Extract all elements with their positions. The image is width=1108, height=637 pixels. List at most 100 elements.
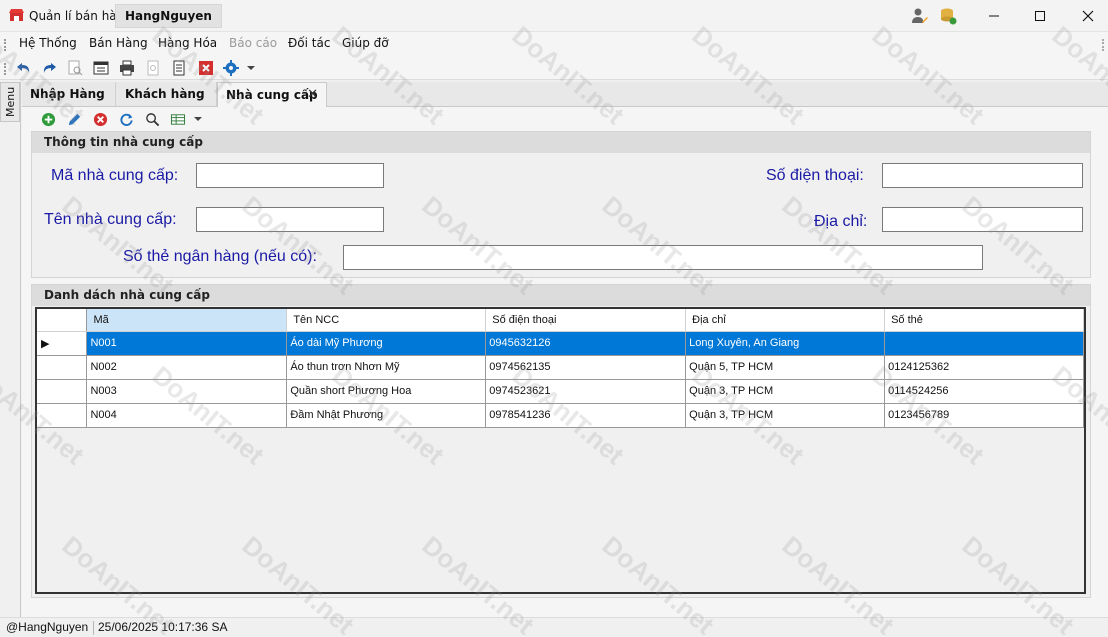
remove-icon	[93, 112, 107, 126]
row-header[interactable]	[37, 379, 88, 404]
edit-button[interactable]	[65, 110, 83, 128]
settings-icon	[223, 60, 239, 76]
ten-ncc-input[interactable]	[196, 207, 384, 232]
table-row[interactable]: N003 Quần short Phương Hoa 0974523621 Qu…	[37, 379, 1084, 404]
tab-nhap-hang[interactable]: Nhập Hàng	[22, 82, 116, 107]
menu-giup-do[interactable]: Giúp đỡ	[342, 36, 389, 50]
page-icon	[147, 60, 159, 76]
cell-so-the[interactable]	[884, 331, 1084, 356]
cell-sdt[interactable]: 0974562135	[485, 355, 687, 380]
cell-so-the[interactable]: 0114524256	[884, 379, 1084, 404]
search-button[interactable]	[143, 110, 161, 128]
export-button[interactable]	[169, 110, 187, 128]
table-header-row: Mã Tên NCC Số điện thoại Địa chỉ Số thẻ	[37, 309, 1084, 332]
print-preview-button	[66, 59, 84, 77]
col-dia-chi[interactable]: Địa chỉ	[685, 309, 886, 332]
cell-ma[interactable]: N001	[86, 331, 288, 356]
row-current-marker[interactable]: ▶	[37, 331, 88, 356]
menu-ban-hang[interactable]: Bán Hàng	[89, 36, 148, 50]
status-datetime: 25/06/2025 10:17:36 SA	[98, 620, 228, 634]
table-row[interactable]: N004 Đầm Nhật Phương 0978541236 Quận 3, …	[37, 403, 1084, 428]
tab-nha-cung-cap-label: Nhà cung cấp	[226, 88, 318, 102]
cell-so-the[interactable]: 0124125362	[884, 355, 1084, 380]
supplier-grid[interactable]: Mã Tên NCC Số điện thoại Địa chỉ Số thẻ …	[35, 307, 1086, 594]
toolbar-dropdown-button[interactable]	[245, 59, 257, 77]
cell-dia-chi[interactable]: Quận 5, TP HCM	[685, 355, 886, 380]
search-icon	[145, 112, 159, 126]
database-icon[interactable]	[939, 7, 957, 25]
delete-button[interactable]	[197, 59, 215, 77]
remove-button[interactable]	[91, 110, 109, 128]
table-row[interactable]: ▶ N001 Áo dài Mỹ Phương 0945632126 Long …	[37, 331, 1084, 356]
redo-button[interactable]	[40, 59, 58, 77]
dropdown-arrow-icon	[194, 117, 202, 121]
cell-ma[interactable]: N003	[86, 379, 288, 404]
menu-hang-hoa[interactable]: Hàng Hóa	[158, 36, 217, 50]
cell-dia-chi[interactable]: Quận 3, TP HCM	[685, 379, 886, 404]
menu-grip	[4, 39, 6, 51]
document-tabstrip: Nhập Hàng Khách hàng Nhà cung cấp ✕	[22, 82, 1108, 108]
cell-sdt[interactable]: 0974523621	[485, 379, 687, 404]
col-so-dien-thoai[interactable]: Số điện thoại	[485, 309, 687, 332]
row-header-corner	[37, 309, 88, 332]
undo-button[interactable]	[15, 59, 33, 77]
cell-dia-chi[interactable]: Quận 3, TP HCM	[685, 403, 886, 428]
col-ten-ncc[interactable]: Tên NCC	[286, 309, 487, 332]
print-button[interactable]	[118, 59, 136, 77]
add-button[interactable]	[39, 110, 57, 128]
refresh-icon	[120, 113, 133, 126]
minimize-button[interactable]	[976, 4, 1012, 28]
settings-button[interactable]	[222, 59, 240, 77]
maximize-icon	[1035, 11, 1045, 21]
form-icon	[93, 61, 109, 75]
cell-ten[interactable]: Áo dài Mỹ Phương	[286, 331, 487, 356]
tab-nha-cung-cap[interactable]: Nhà cung cấp ✕	[217, 82, 327, 108]
shop-icon	[9, 9, 24, 21]
document-icon	[173, 60, 185, 76]
menu-doi-tac[interactable]: Đối tác	[288, 36, 330, 50]
row-header[interactable]	[37, 403, 88, 428]
cell-so-the[interactable]: 0123456789	[884, 403, 1084, 428]
cell-ma[interactable]: N002	[86, 355, 288, 380]
minimize-icon	[989, 15, 999, 17]
cell-ma[interactable]: N004	[86, 403, 288, 428]
document-button[interactable]	[170, 59, 188, 77]
row-header[interactable]	[37, 355, 88, 380]
cell-ten[interactable]: Đầm Nhật Phương	[286, 403, 487, 428]
col-so-the[interactable]: Số thẻ	[884, 309, 1084, 332]
title-bar: Quản lí bán hàng HangNguyen	[0, 0, 1108, 32]
table-row[interactable]: N002 Áo thun trơn Nhơn Mỹ 0974562135 Quậ…	[37, 355, 1084, 380]
cell-sdt[interactable]: 0945632126	[485, 331, 687, 356]
cell-ten[interactable]: Quần short Phương Hoa	[286, 379, 487, 404]
label-so-dien-thoai: Số điện thoại:	[766, 167, 864, 184]
refresh-button[interactable]	[117, 110, 135, 128]
so-dien-thoai-input[interactable]	[882, 163, 1083, 188]
print-icon	[120, 60, 134, 76]
main-toolbar	[0, 56, 1108, 80]
col-ma[interactable]: Mã	[86, 309, 288, 332]
status-user: @HangNguyen	[6, 620, 89, 634]
cell-ten[interactable]: Áo thun trơn Nhơn Mỹ	[286, 355, 487, 380]
maximize-button[interactable]	[1022, 4, 1058, 28]
cell-dia-chi[interactable]: Long Xuyên, An Giang	[685, 331, 886, 356]
export-dropdown-button[interactable]	[192, 110, 204, 128]
user-edit-icon[interactable]	[911, 7, 929, 25]
cell-sdt[interactable]: 0978541236	[485, 403, 687, 428]
so-the-input[interactable]	[343, 245, 983, 270]
redo-icon	[43, 63, 56, 73]
side-menu-tab[interactable]: Menu	[0, 82, 20, 122]
label-ten-ncc: Tên nhà cung cấp:	[44, 211, 177, 228]
delete-icon	[199, 61, 213, 75]
user-tab[interactable]: HangNguyen	[115, 4, 222, 28]
close-button[interactable]	[1070, 4, 1106, 28]
tab-khach-hang[interactable]: Khách hàng	[117, 82, 217, 107]
ma-ncc-input[interactable]	[196, 163, 384, 188]
tab-close-icon[interactable]: ✕	[307, 83, 318, 107]
menu-bao-cao: Báo cáo	[229, 36, 278, 50]
undo-icon	[17, 63, 30, 73]
menu-he-thong[interactable]: Hệ Thống	[19, 36, 77, 50]
form-button[interactable]	[92, 59, 110, 77]
dia-chi-input[interactable]	[882, 207, 1083, 232]
label-so-the: Số thẻ ngân hàng (nếu có):	[123, 248, 317, 265]
add-icon	[41, 112, 55, 126]
